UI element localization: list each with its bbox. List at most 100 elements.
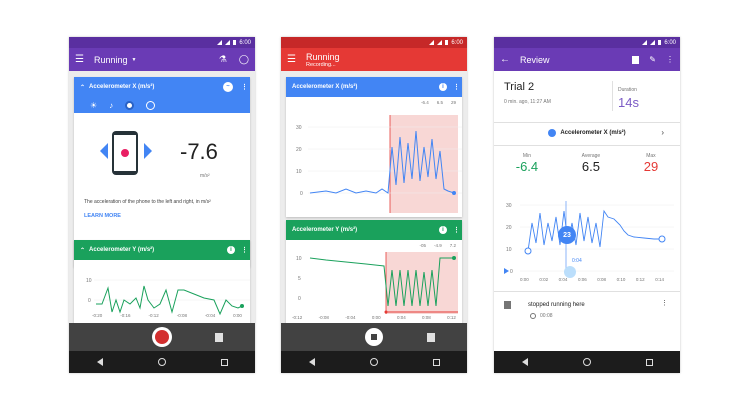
trial-title: Trial 2 [504, 81, 535, 93]
info-icon[interactable]: i [439, 226, 447, 234]
max-value: 29 [643, 159, 659, 174]
sensor-tabs: ☀ ♪ [74, 97, 250, 113]
status-time: 6:00 [451, 39, 463, 46]
sensor-selector[interactable]: Accelerometer X (m/s²) [494, 129, 680, 137]
back-icon[interactable] [521, 358, 528, 366]
accelerometer-y-graph[interactable]: 10 5 0 [286, 250, 462, 316]
info-icon[interactable]: i [227, 246, 235, 254]
wifi-icon [429, 40, 435, 45]
status-bar: 6:00 [69, 37, 255, 48]
flask-icon[interactable]: ⚗ [219, 54, 227, 65]
x-tick: -0:08 [176, 313, 187, 318]
experiment-title[interactable]: Running [306, 52, 340, 62]
x-axis: -0:12 -0:08 -0:04 0:00 0:04 0:08 0:12 [286, 315, 462, 320]
sensor-card-header[interactable]: ⌃ Accelerometer X (m/s²) ~ ⋮ [74, 77, 250, 97]
signal-icon [225, 40, 231, 45]
experiment-title[interactable]: Running [94, 55, 128, 65]
x-axis: -0:20 -0:16 -0:12 -0:08 -0:04 0:00 [74, 313, 250, 318]
sensor-card-y: Accelerometer Y (m/s²) i ⋮ -05 -4.9 7.2 … [286, 220, 462, 326]
chevron-up-icon[interactable]: ⌃ [80, 247, 85, 254]
sensor-card-header[interactable]: Accelerometer X (m/s²) i ⋮ [286, 77, 462, 97]
sensor-title: Accelerometer X (m/s²) [292, 84, 358, 90]
divider [494, 145, 680, 146]
sensor-card-x: Accelerometer X (m/s²) i ⋮ -6.4 6.5 29 3… [286, 77, 462, 217]
accelerometer-y-graph[interactable]: 10 0 [74, 260, 250, 330]
info-icon[interactable]: i [439, 83, 447, 91]
recents-icon[interactable] [645, 358, 653, 366]
x-tick: 0:00 [233, 313, 242, 318]
chevron-right-icon[interactable]: › [661, 128, 664, 137]
recents-icon[interactable] [220, 358, 228, 366]
review-graph[interactable]: 30 20 10 0 [494, 183, 680, 291]
status-bar: 6:00 [281, 37, 467, 48]
min-stat: -6.4 [420, 99, 429, 105]
more-options-icon[interactable]: ⋮ [453, 84, 460, 91]
live-stats: -6.4 6.5 29 [286, 97, 462, 107]
x-tick: 0:12 [635, 277, 645, 282]
duration-value: 14s [618, 95, 639, 110]
x-tick: -0:20 [92, 313, 103, 318]
more-options-icon[interactable]: ⋮ [453, 227, 460, 234]
recording-status: Recording... [305, 61, 336, 68]
y-tick: 0 [510, 269, 513, 275]
more-options-icon[interactable]: ⋮ [241, 247, 248, 254]
home-icon[interactable] [369, 358, 378, 366]
home-icon[interactable] [157, 358, 166, 366]
status-time: 6:00 [239, 39, 251, 46]
marker-value: 23 [563, 231, 571, 239]
back-arrow-icon[interactable]: ← [500, 54, 510, 65]
sound-icon[interactable]: ♪ [109, 101, 113, 110]
edit-icon[interactable]: ✎ [649, 55, 656, 64]
avg-stat: -4.9 [433, 242, 442, 248]
trial-time: 0 min. ago, 11:27 AM [504, 99, 551, 105]
stop-button[interactable] [365, 328, 383, 346]
value-marker[interactable]: 23 [558, 226, 576, 244]
menu-icon[interactable]: ☰ [287, 54, 296, 65]
x-tick: 0:12 [447, 315, 456, 320]
x-tick: 0:00 [371, 315, 381, 320]
max-stat: 29 [450, 99, 456, 105]
y-tick: 30 [506, 203, 512, 209]
app-bar: ☰ Running Recording... [281, 48, 467, 71]
learn-more-link[interactable]: LEARN MORE [84, 213, 121, 219]
note-item[interactable]: stopped running here 00:08 ⋮ [494, 297, 680, 327]
sensor-title: Accelerometer X (m/s²) [89, 84, 155, 90]
chevron-up-icon[interactable]: ⌃ [80, 84, 85, 91]
x-tick: -0:12 [148, 313, 159, 318]
phone-review: 6:00 ← Review ✎ ⋮ Trial 2 0 min. ago, 11… [494, 37, 680, 373]
phone-tilt-icon [98, 123, 154, 184]
sensor-card-header[interactable]: Accelerometer Y (m/s²) i ⋮ [286, 220, 462, 240]
play-icon[interactable] [504, 268, 509, 274]
accelerometer-icon[interactable] [125, 100, 135, 110]
note-text: stopped running here [528, 302, 585, 308]
sensor-card-header[interactable]: ⌃ Accelerometer Y (m/s²) i ⋮ [74, 240, 250, 260]
compass-icon[interactable] [146, 100, 156, 110]
divider [494, 122, 680, 123]
average-stat: Average 6.5 [582, 153, 601, 174]
app-bar: ☰ Running ▼ ⚗ ◯ [69, 48, 255, 71]
signal-icon [437, 40, 443, 45]
pulse-icon[interactable]: ~ [223, 82, 233, 92]
sensor-description: The acceleration of the phone to the lef… [84, 199, 211, 205]
back-icon[interactable] [96, 358, 103, 366]
app-bar: ← Review ✎ ⋮ [494, 48, 680, 71]
record-button[interactable] [152, 327, 172, 347]
recents-icon[interactable] [432, 358, 440, 366]
avg-stat: 6.5 [436, 99, 443, 105]
export-icon[interactable] [632, 55, 640, 64]
chevron-down-icon[interactable]: ▼ [132, 57, 137, 63]
more-options-icon[interactable]: ⋮ [661, 299, 668, 307]
more-options-icon[interactable]: ⋮ [666, 55, 674, 64]
lightbulb-icon[interactable]: ☀ [90, 101, 97, 110]
back-icon[interactable] [308, 358, 315, 366]
menu-icon[interactable]: ☰ [75, 54, 84, 65]
home-icon[interactable] [582, 358, 591, 366]
accelerometer-x-graph[interactable]: 30 20 10 0 [286, 107, 462, 217]
y-tick: 10 [296, 256, 302, 262]
add-note-icon[interactable]: ◯ [239, 54, 249, 65]
notes-icon[interactable] [427, 332, 435, 342]
record-bar [281, 323, 467, 351]
min-stat: -05 [419, 242, 426, 248]
notes-icon[interactable] [215, 332, 223, 342]
more-options-icon[interactable]: ⋮ [241, 84, 248, 91]
